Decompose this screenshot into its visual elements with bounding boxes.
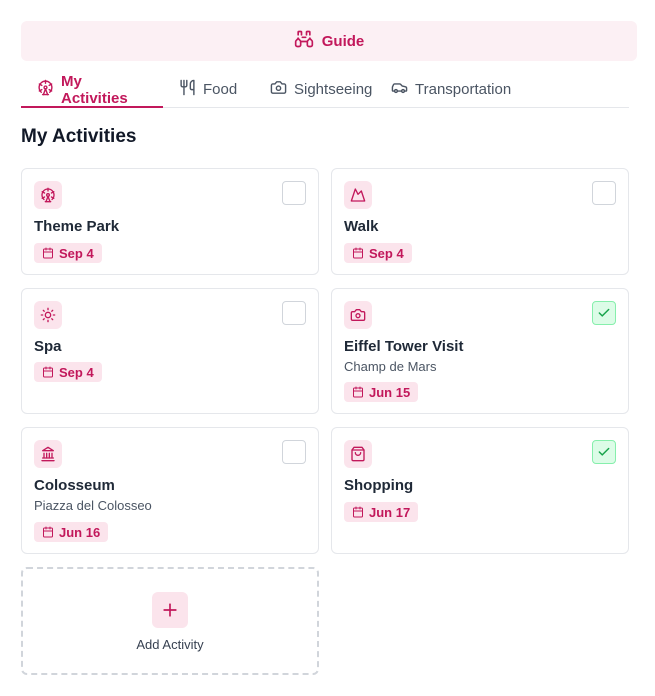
tab-my-activities[interactable]: My Activities (21, 72, 163, 108)
tab-label: Sightseeing (294, 81, 373, 98)
guide-button[interactable]: Guide (21, 21, 637, 61)
calendar-icon (353, 247, 363, 259)
activity-location: Piazza del Colosseo (34, 498, 152, 513)
activity-checkbox[interactable] (282, 181, 306, 205)
activity-date: Jun 16 (59, 524, 101, 540)
activity-date: Sep 4 (59, 364, 94, 380)
activity-checkbox[interactable] (592, 301, 616, 325)
calendar-icon (353, 386, 363, 398)
date-badge: Jun 15 (344, 382, 419, 402)
tab-label: Transportation (415, 81, 512, 98)
activity-date: Sep 4 (369, 245, 404, 261)
activity-title: Spa (34, 338, 62, 355)
calendar-icon (43, 247, 53, 259)
landmark-icon (34, 440, 62, 468)
check-icon (598, 308, 610, 317)
mountain-icon (344, 181, 372, 209)
calendar-icon (353, 506, 363, 518)
plus-icon (152, 592, 188, 628)
car-icon (391, 79, 408, 100)
calendar-icon (43, 526, 53, 538)
activity-card[interactable]: Shopping Jun 17 (331, 427, 629, 554)
activity-card[interactable]: Theme Park Sep 4 (21, 168, 319, 275)
activity-card[interactable]: Colosseum Piazza del Colosseo Jun 16 (21, 427, 319, 554)
activity-card[interactable]: Walk Sep 4 (331, 168, 629, 275)
camera-icon (270, 79, 287, 100)
activity-checkbox[interactable] (282, 301, 306, 325)
activity-date: Jun 15 (369, 384, 411, 400)
date-badge: Jun 16 (34, 522, 109, 542)
tab-label: My Activities (61, 72, 128, 107)
activity-date: Jun 17 (369, 504, 411, 520)
check-icon (598, 447, 610, 456)
activity-date: Sep 4 (59, 245, 94, 261)
activity-title: Colosseum (34, 477, 115, 494)
tab-sightseeing[interactable]: Sightseeing (253, 72, 373, 107)
ferris-wheel-icon (37, 79, 54, 100)
tab-label: Food (203, 81, 238, 98)
utensils-icon (179, 79, 196, 100)
date-badge: Jun 17 (344, 502, 419, 522)
shopping-bag-icon (344, 440, 372, 468)
activity-checkbox[interactable] (282, 440, 306, 464)
binoculars-icon (294, 29, 314, 53)
activity-location: Champ de Mars (344, 359, 437, 374)
date-badge: Sep 4 (34, 362, 102, 382)
sun-icon (34, 301, 62, 329)
tab-transportation[interactable]: Transportation (373, 72, 523, 107)
activity-title: Walk (344, 218, 379, 235)
activity-title: Eiffel Tower Visit (344, 338, 464, 355)
activity-title: Shopping (344, 477, 414, 494)
camera-icon (344, 301, 372, 329)
activity-card[interactable]: Eiffel Tower Visit Champ de Mars Jun 15 (331, 288, 629, 414)
date-badge: Sep 4 (34, 243, 102, 263)
activity-checkbox[interactable] (592, 440, 616, 464)
calendar-icon (43, 366, 53, 378)
activity-checkbox[interactable] (592, 181, 616, 205)
activity-title: Theme Park (34, 218, 120, 235)
category-tabs: My Activities Food Sightseeing Transport… (21, 72, 629, 108)
tab-food[interactable]: Food (163, 72, 253, 107)
section-title: My Activities (21, 126, 137, 147)
add-activity-label: Add Activity (136, 637, 204, 652)
activity-card[interactable]: Spa Sep 4 (21, 288, 319, 414)
add-activity-button[interactable]: Add Activity (21, 567, 319, 675)
date-badge: Sep 4 (344, 243, 412, 263)
ferris-wheel-icon (34, 181, 62, 209)
guide-label: Guide (321, 32, 365, 50)
